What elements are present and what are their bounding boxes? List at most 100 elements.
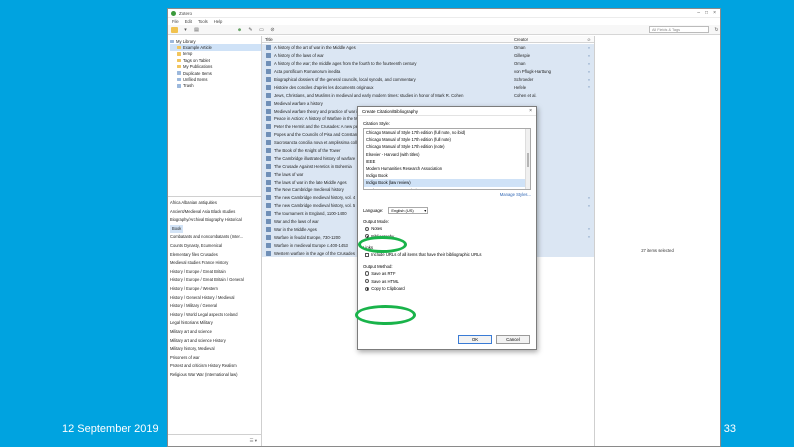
cancel-button[interactable]: Cancel: [496, 335, 530, 344]
tag-row[interactable]: History / Europe / Great Britain / Gener…: [170, 276, 259, 285]
scrollbar-thumb[interactable]: [527, 153, 529, 167]
menu-edit[interactable]: Edit: [185, 19, 192, 24]
tag-row[interactable]: History / Europe / Great Britain: [170, 268, 259, 277]
collection-item[interactable]: Trash: [170, 83, 261, 89]
tag-row[interactable]: Combatants and noncombatants (Inter...: [170, 233, 259, 242]
tag-label[interactable]: History / Europe / Western: [170, 286, 218, 291]
citation-style-item[interactable]: Indigo Book: [364, 172, 525, 179]
search-input[interactable]: All Fields & Tags: [649, 26, 709, 33]
tag-row[interactable]: Biography/Archival Biography Historical: [170, 216, 259, 225]
tag-row[interactable]: Book: [170, 224, 259, 234]
attach-icon[interactable]: ⊘: [269, 27, 276, 33]
tag-row[interactable]: Elementary files Crusades: [170, 251, 259, 260]
citation-style-item[interactable]: Chicago Manual of Style 17th edition (fu…: [364, 129, 525, 136]
new-library-icon[interactable]: ▤: [193, 27, 200, 33]
chevron-down-icon[interactable]: ▾: [182, 27, 189, 33]
citation-style-item[interactable]: Modern Language Association: [364, 187, 525, 190]
tag-label[interactable]: Religious War War (International law): [170, 372, 238, 377]
tag-label[interactable]: History / General History / Medieval: [170, 295, 234, 300]
output_methods-option[interactable]: Save as HTML: [365, 277, 531, 285]
output_modes-radio[interactable]: [365, 226, 370, 231]
tag-label[interactable]: Ancient/Medieval Asia Black studies: [170, 209, 235, 214]
tag-row[interactable]: Ancient/Medieval Asia Black studies: [170, 208, 259, 217]
close-button[interactable]: ×: [713, 10, 716, 16]
tag-label[interactable]: Military art and science: [170, 329, 212, 334]
table-row[interactable]: Histoire des conciles d'après les docume…: [262, 83, 594, 92]
tag-label[interactable]: Book: [170, 224, 184, 234]
add-by-identifier-icon[interactable]: ✎: [247, 27, 254, 33]
maximize-button[interactable]: □: [705, 10, 708, 16]
menu-file[interactable]: File: [172, 19, 179, 24]
tag-label[interactable]: Legal historians Military: [170, 320, 213, 325]
citation-style-list[interactable]: Chicago Manual of Style 17th edition (fu…: [363, 128, 531, 190]
minimize-button[interactable]: –: [697, 10, 700, 16]
dialog-close-icon[interactable]: ×: [529, 108, 532, 114]
citation-style-item[interactable]: Modern Humanities Research Association: [364, 165, 525, 172]
manage-styles-link[interactable]: Manage Styles...: [363, 192, 531, 199]
table-row[interactable]: Acta pontificum Romanorum inedita von Pfl…: [262, 67, 594, 76]
tag-row[interactable]: Military history, Medieval: [170, 345, 259, 354]
tag-label[interactable]: Protest and criticism History Realism: [170, 363, 237, 368]
include-urls-checkbox[interactable]: [365, 252, 370, 258]
tag-label[interactable]: Africa Albanian antiquities: [170, 200, 217, 205]
tag-row[interactable]: Legal historians Military: [170, 319, 259, 328]
table-row[interactable]: Jews, Christians, and Muslims in medieva…: [262, 91, 594, 100]
table-row[interactable]: A history of the laws of war Gillespie ●: [262, 51, 594, 60]
folder-icon: [170, 39, 174, 43]
window-controls: – □ ×: [697, 10, 720, 16]
tag-label[interactable]: Counts Dynasty, Ecumenical: [170, 243, 222, 248]
table-row[interactable]: A history of the art of war in the Middl…: [262, 44, 594, 52]
citation-style-item[interactable]: Elsevier - Harvard (with titles): [364, 151, 525, 158]
tag-row[interactable]: Prisoners of war: [170, 354, 259, 363]
tag-label[interactable]: Prisoners of war: [170, 355, 200, 360]
citation-style-item[interactable]: Indigo Book (law review): [364, 179, 525, 187]
new-collection-icon[interactable]: [171, 26, 178, 33]
menu-tools[interactable]: Tools: [198, 19, 208, 24]
tag-label[interactable]: History / Military / General: [170, 303, 217, 308]
language-select[interactable]: English (US): [388, 206, 429, 214]
citation-style-item[interactable]: Chicago Manual of Style 17th edition (no…: [364, 143, 525, 150]
column-attachments-icon[interactable]: ⊘: [584, 37, 594, 42]
table-row[interactable]: Biographical dossiers of the general cou…: [262, 75, 594, 84]
tag-filter-icon[interactable]: ☰ ▾: [249, 438, 257, 444]
column-creator[interactable]: Creator: [514, 37, 584, 42]
tag-row[interactable]: History / General History / Medieval: [170, 294, 259, 303]
tag-row[interactable]: Africa Albanian antiquities: [170, 199, 259, 208]
citation-style-item[interactable]: IEEE: [364, 158, 525, 165]
ok-button[interactable]: OK: [458, 335, 492, 344]
tag-label[interactable]: Elementary files Crusades: [170, 252, 218, 257]
tag-label[interactable]: Medieval studies France History: [170, 260, 228, 265]
tag-row[interactable]: Military art and science History: [170, 337, 259, 346]
tag-row[interactable]: Counts Dynasty, Ecumenical: [170, 242, 259, 251]
tag-label[interactable]: Military history, Medieval: [170, 346, 215, 351]
book-icon: [266, 211, 271, 217]
tag-row[interactable]: Religious War War (International law): [170, 371, 259, 380]
tag-row[interactable]: History / Military / General: [170, 302, 259, 311]
tag-label[interactable]: Biography/Archival Biography Historical: [170, 217, 242, 222]
citation-style-item[interactable]: Chicago Manual of Style 17th edition (fu…: [364, 136, 525, 143]
output_methods-radio[interactable]: [365, 271, 370, 276]
style-list-scrollbar[interactable]: [525, 129, 530, 189]
sync-icon[interactable]: ↻: [713, 27, 720, 33]
tag-row[interactable]: History / Europe / Western: [170, 285, 259, 294]
tag-label[interactable]: History / Europe / Great Britain: [170, 269, 226, 274]
new-note-icon[interactable]: ▭: [258, 27, 265, 33]
column-title[interactable]: Title: [262, 37, 514, 42]
tag-row[interactable]: History / World Legal aspects Iceland: [170, 311, 259, 320]
output_methods-option[interactable]: Save as RTF: [365, 270, 531, 278]
output_methods-radio[interactable]: [365, 279, 370, 284]
item-title: A history of the art of war in the Middl…: [274, 45, 356, 51]
tag-label[interactable]: Combatants and noncombatants (Inter...: [170, 234, 243, 239]
output_methods-radio[interactable]: [365, 286, 370, 291]
menu-help[interactable]: Help: [214, 19, 223, 24]
output_modes-option[interactable]: Notes: [365, 225, 531, 233]
tag-row[interactable]: Medieval studies France History: [170, 259, 259, 268]
output_methods-option[interactable]: Copy to Clipboard: [365, 285, 531, 293]
table-row[interactable]: A history of the war; the middle ages fr…: [262, 59, 594, 68]
new-item-icon[interactable]: ⊕: [236, 27, 243, 33]
tag-label[interactable]: Military art and science History: [170, 338, 226, 343]
tag-row[interactable]: Military art and science: [170, 328, 259, 337]
tag-row[interactable]: Protest and criticism History Realism: [170, 362, 259, 371]
tag-label[interactable]: History / World Legal aspects Iceland: [170, 312, 238, 317]
tag-label[interactable]: History / Europe / Great Britain / Gener…: [170, 277, 244, 282]
